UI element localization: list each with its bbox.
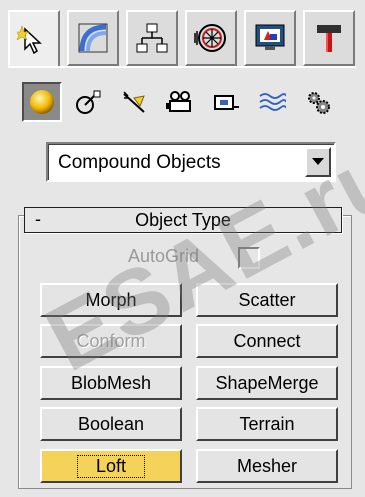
create-cursor-icon bbox=[17, 25, 42, 55]
hierarchy-icon bbox=[136, 23, 168, 53]
shapemerge-button[interactable]: ShapeMerge bbox=[196, 366, 338, 400]
autogrid-label: AutoGrid bbox=[128, 246, 200, 266]
terrain-button[interactable]: Terrain bbox=[196, 407, 338, 441]
chevron-down-icon bbox=[312, 158, 324, 165]
command-panel-tabs bbox=[8, 10, 356, 68]
autogrid-checkbox[interactable] bbox=[238, 247, 260, 269]
helper-tape-icon bbox=[214, 95, 239, 110]
display-tab[interactable] bbox=[244, 10, 296, 66]
tab-separator bbox=[8, 66, 356, 68]
motion-tab[interactable] bbox=[185, 10, 237, 66]
modify-tab[interactable] bbox=[67, 10, 119, 66]
shapes-icon bbox=[76, 90, 101, 114]
conform-button[interactable]: Conform bbox=[40, 324, 182, 358]
loft-button[interactable]: Loft bbox=[40, 449, 182, 483]
connect-button[interactable]: Connect bbox=[196, 324, 338, 358]
rollout-title: Object Type bbox=[135, 210, 231, 230]
mesher-button[interactable]: Mesher bbox=[196, 449, 338, 483]
camera-icon bbox=[166, 91, 191, 112]
helpers-button[interactable] bbox=[206, 82, 246, 122]
lights-button[interactable] bbox=[114, 82, 154, 122]
cameras-button[interactable] bbox=[160, 82, 200, 122]
morph-button[interactable]: Morph bbox=[40, 283, 182, 317]
space-warp-icon bbox=[259, 93, 286, 111]
category-dropdown-value: Compound Objects bbox=[58, 152, 221, 173]
display-monitor-icon bbox=[255, 24, 285, 50]
motion-wheel-icon bbox=[194, 24, 226, 52]
systems-button[interactable] bbox=[298, 82, 338, 122]
utilities-tab[interactable] bbox=[303, 10, 355, 66]
light-icon bbox=[123, 91, 145, 113]
shapes-button[interactable] bbox=[68, 82, 108, 122]
hierarchy-tab[interactable] bbox=[126, 10, 178, 66]
modify-bend-icon bbox=[78, 23, 108, 53]
scatter-button[interactable]: Scatter bbox=[196, 283, 338, 317]
sphere-icon bbox=[30, 90, 54, 114]
systems-gears-icon bbox=[308, 92, 330, 114]
category-dropdown[interactable]: Compound Objects bbox=[46, 142, 336, 182]
boolean-button[interactable]: Boolean bbox=[40, 407, 182, 441]
rollout-header[interactable]: - Object Type bbox=[24, 207, 342, 233]
create-tab[interactable] bbox=[8, 10, 60, 68]
blobmesh-button[interactable]: BlobMesh bbox=[40, 366, 182, 400]
dropdown-arrow-button[interactable] bbox=[305, 147, 331, 177]
subcategory-row bbox=[22, 82, 354, 124]
space-warps-button[interactable] bbox=[252, 82, 292, 122]
hammer-icon bbox=[317, 25, 341, 52]
geometry-button[interactable] bbox=[22, 82, 62, 122]
